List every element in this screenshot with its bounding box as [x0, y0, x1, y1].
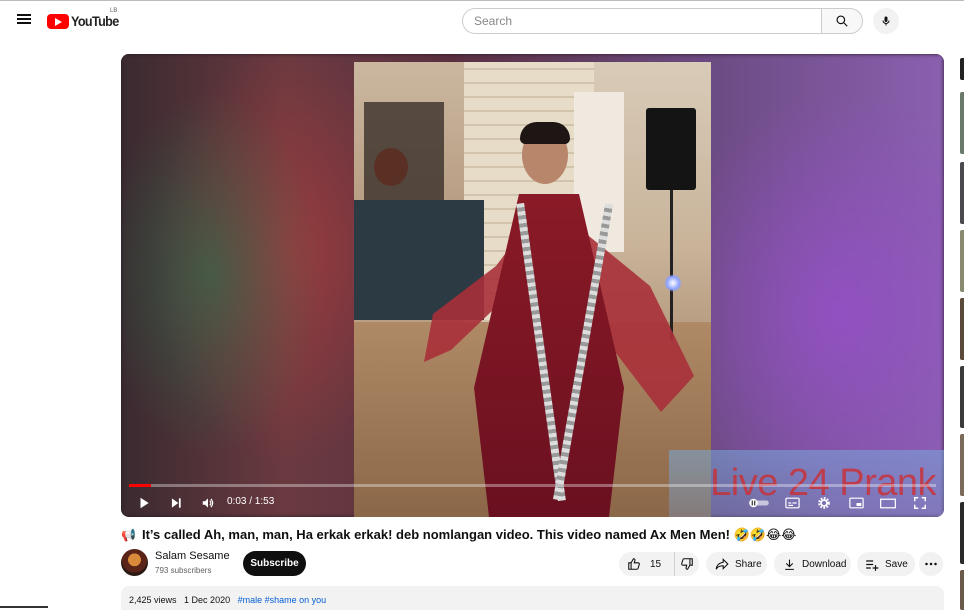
search-icon — [836, 15, 848, 27]
dislike-button[interactable] — [675, 552, 699, 576]
video-player[interactable]: Live 24 Prank 0:03 / 1:53 — [121, 54, 944, 517]
volume-button[interactable] — [197, 492, 219, 514]
recommended-thumbnail[interactable] — [960, 434, 964, 496]
save-label: Save — [885, 558, 908, 570]
share-label: Share — [735, 558, 762, 570]
theater-icon — [880, 498, 896, 508]
recommended-thumbnail[interactable] — [960, 92, 964, 154]
recommended-thumbnail[interactable] — [960, 298, 964, 360]
like-button[interactable]: 15 — [619, 552, 675, 576]
subscriber-count: 793 subscribers — [155, 566, 212, 575]
recommended-thumbnail[interactable] — [960, 570, 964, 610]
recommended-thumbnail[interactable] — [960, 162, 964, 224]
recommended-thumbnail[interactable] — [960, 366, 964, 428]
upload-date: 1 Dec 2020 — [184, 595, 231, 605]
search-bar — [462, 8, 863, 34]
masthead: YouTube LB — [0, 0, 964, 40]
miniplayer-button[interactable] — [845, 492, 867, 514]
dislike-icon — [681, 558, 693, 570]
more-icon — [925, 562, 937, 566]
save-button[interactable]: Save — [857, 552, 915, 576]
description-box[interactable]: 2,425 views 1 Dec 2020 #male #shame on y… — [121, 586, 944, 610]
settings-button[interactable] — [813, 492, 835, 514]
download-icon — [785, 559, 794, 570]
recommended-thumbnail[interactable] — [960, 58, 964, 80]
theater-mode-button[interactable] — [877, 492, 899, 514]
autoplay-toggle[interactable] — [747, 492, 771, 514]
menu-icon[interactable] — [14, 12, 34, 30]
share-icon — [715, 558, 729, 570]
like-count: 15 — [650, 558, 662, 570]
search-input[interactable] — [462, 8, 821, 34]
hashtags[interactable]: #male #shame on you — [238, 595, 327, 605]
recommended-thumbnail[interactable] — [960, 502, 964, 564]
next-button[interactable] — [165, 492, 187, 514]
search-button[interactable] — [821, 8, 863, 34]
country-code: LB — [110, 8, 118, 14]
like-icon — [628, 558, 640, 570]
view-count: 2,425 views — [129, 595, 177, 605]
play-icon — [140, 497, 149, 509]
autoplay-toggle-icon — [749, 498, 769, 508]
megaphone-icon: 📢 — [121, 528, 136, 542]
video-frame[interactable] — [354, 62, 711, 517]
youtube-logo[interactable]: YouTube LB — [47, 8, 124, 31]
channel-avatar[interactable] — [121, 549, 148, 576]
channel-name[interactable]: Salam Sesame — [155, 550, 230, 562]
save-icon — [866, 559, 879, 571]
miniplayer-icon — [848, 497, 864, 509]
mic-icon — [882, 16, 890, 26]
progress-fill — [129, 484, 151, 487]
like-dislike-group: 15 — [619, 552, 699, 576]
next-icon — [171, 498, 181, 508]
logo-text: YouTube — [71, 13, 119, 29]
youtube-logo-icon — [47, 13, 69, 29]
subscribe-button[interactable]: Subscribe — [243, 551, 306, 576]
video-title-row: 📢 It’s called Ah, man, man, Ha erkak erk… — [121, 525, 944, 545]
subtitles-button[interactable] — [781, 492, 803, 514]
player-controls: 0:03 / 1:53 — [121, 490, 944, 517]
video-title: It’s called Ah, man, man, Ha erkak erkak… — [141, 527, 797, 542]
divider — [0, 606, 48, 608]
recommended-thumbnail[interactable] — [960, 230, 964, 292]
download-label: Download — [802, 558, 847, 570]
download-button[interactable]: Download — [774, 552, 851, 576]
share-button[interactable]: Share — [706, 552, 767, 576]
progress-bar[interactable] — [129, 484, 936, 487]
more-actions-button[interactable] — [919, 552, 943, 576]
fullscreen-icon — [914, 497, 926, 509]
volume-icon — [202, 498, 214, 508]
play-button[interactable] — [133, 492, 155, 514]
voice-search-button[interactable] — [873, 8, 899, 34]
subtitles-icon — [784, 497, 800, 509]
fullscreen-button[interactable] — [909, 492, 931, 514]
settings-icon — [818, 497, 830, 509]
time-display: 0:03 / 1:53 — [227, 496, 275, 507]
